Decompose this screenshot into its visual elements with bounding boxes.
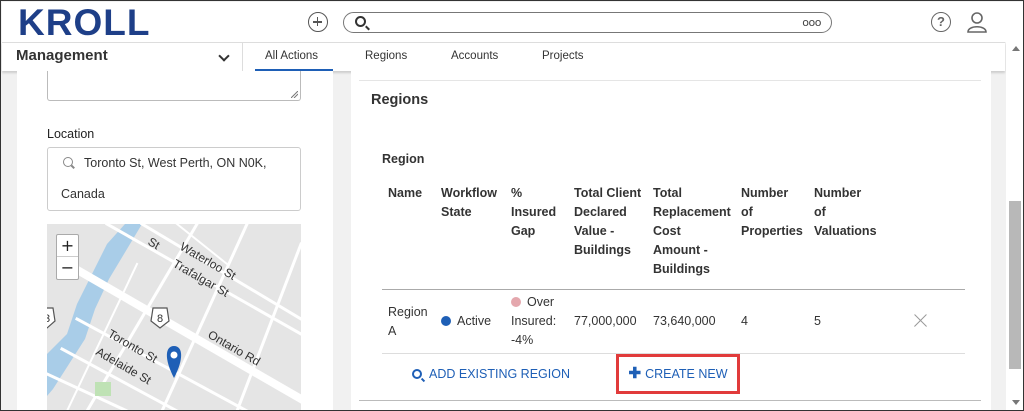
cell-client-value: 77,000,000: [574, 314, 637, 328]
page-scrollbar[interactable]: [1006, 42, 1023, 410]
top-bar: KROLL ooo ?: [2, 2, 1023, 43]
cell-properties: 4: [741, 314, 748, 328]
column-header-valuations: Number of Valuations: [814, 186, 877, 238]
map-label-st: St: [146, 234, 163, 252]
plus-icon: ✚: [628, 365, 642, 382]
location-value-line1: Toronto St, West Perth, ON N0K,: [84, 156, 267, 170]
column-header-workflow-state: Workflow State: [441, 186, 498, 219]
table-title: Region: [382, 152, 425, 166]
scrollbar-thumb[interactable]: [1009, 201, 1021, 369]
column-header-properties: Number of Properties: [741, 186, 803, 238]
add-existing-region-button[interactable]: ADD EXISTING REGION: [412, 367, 570, 381]
highway-shield-icon: 3: [47, 307, 56, 329]
search-options-icon[interactable]: ooo: [802, 16, 821, 29]
divider: [359, 400, 981, 401]
details-panel: Location Toronto St, West Perth, ON N0K,…: [17, 71, 333, 410]
scroll-up-arrow-icon[interactable]: [1012, 46, 1020, 51]
regions-panel: Regions Region Name Workflow State % Insur…: [351, 71, 991, 410]
location-map[interactable]: St Waterloo St Trafalgar St Toronto St O…: [47, 224, 301, 410]
resize-handle-icon[interactable]: [291, 91, 298, 98]
zoom-in-button[interactable]: +: [57, 235, 78, 257]
cell-workflow-state: Active: [441, 312, 491, 331]
location-label: Location: [47, 127, 95, 141]
help-icon[interactable]: ?: [931, 12, 951, 32]
divider: [359, 80, 981, 81]
tab-accounts[interactable]: Accounts: [451, 50, 498, 62]
chevron-down-icon[interactable]: [218, 50, 230, 62]
column-header-replacement-cost: Total Replacement Cost Amount - Buildings: [653, 186, 731, 276]
user-profile-icon[interactable]: [966, 11, 988, 33]
search-icon: [63, 157, 73, 167]
location-input[interactable]: Toronto St, West Perth, ON N0K, Canada: [47, 147, 301, 211]
tab-projects[interactable]: Projects: [542, 50, 584, 62]
app-window: KROLL ooo ? Management All Actions Regio…: [0, 0, 1024, 411]
svg-text:8: 8: [157, 313, 163, 325]
module-selector-label[interactable]: Management: [16, 47, 108, 64]
cell-valuations: 5: [814, 314, 821, 328]
kroll-logo[interactable]: KROLL: [18, 3, 150, 43]
map-canvas: St Waterloo St Trafalgar St Toronto St O…: [47, 224, 301, 410]
tab-regions[interactable]: Regions: [365, 50, 407, 62]
column-header-insured-gap: % Insured Gap: [511, 186, 557, 238]
status-dot-icon: [511, 297, 521, 307]
nav-divider: [242, 43, 243, 72]
search-icon: [412, 369, 422, 379]
map-zoom-control: + −: [56, 234, 79, 280]
cell-region-name[interactable]: Region A: [388, 303, 428, 341]
cell-insured-gap: Over Insured: -4%: [511, 295, 557, 347]
search-icon: [355, 16, 366, 27]
module-nav-bar: Management All Actions Regions Accounts …: [2, 42, 1005, 72]
column-header-name: Name: [388, 186, 423, 200]
zoom-out-button[interactable]: −: [57, 257, 78, 279]
add-circle-icon[interactable]: [308, 12, 328, 32]
tab-all-actions[interactable]: All Actions: [265, 50, 318, 62]
svg-text:3: 3: [47, 313, 50, 325]
section-title: Regions: [371, 92, 429, 108]
location-value-line2: Canada: [61, 187, 105, 201]
remove-row-icon[interactable]: [912, 313, 928, 329]
table-header-divider: [382, 289, 965, 290]
global-search-input[interactable]: ooo: [343, 12, 832, 33]
column-header-client-value: Total Client Declared Value - Buildings: [574, 186, 642, 257]
cell-replacement-cost: 73,640,000: [653, 314, 716, 328]
scroll-down-arrow-icon[interactable]: [1012, 400, 1020, 405]
status-dot-icon: [441, 316, 451, 326]
description-textarea[interactable]: [47, 71, 301, 101]
create-new-button[interactable]: ✚ CREATE NEW: [616, 354, 740, 394]
